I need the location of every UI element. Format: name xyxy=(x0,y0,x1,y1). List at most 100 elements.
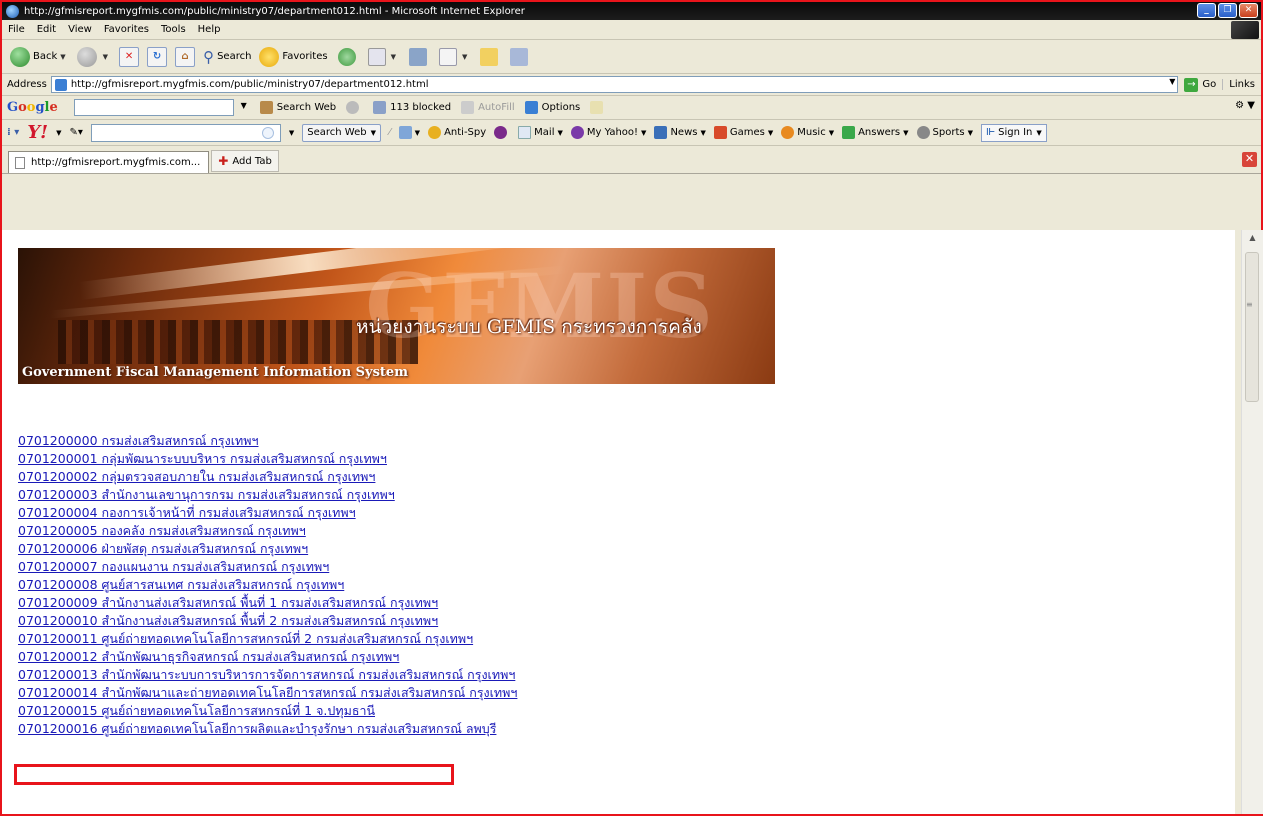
back-button[interactable]: Back ▼ xyxy=(8,45,71,69)
anti-spy-button[interactable]: Anti-Spy xyxy=(428,126,486,139)
google-search-input[interactable]: ▼ xyxy=(73,99,247,116)
yahoo-logo[interactable]: Y! xyxy=(27,122,48,143)
autofill-button[interactable]: AutoFill xyxy=(461,101,515,114)
chevron-down-icon[interactable]: ▼ xyxy=(60,53,65,61)
google-options-button[interactable]: Options xyxy=(524,101,580,114)
department-link[interactable]: 0701200003 สำนักงานเลขานุการกรม กรมส่งเส… xyxy=(18,486,517,504)
news-button[interactable]: News ▼ xyxy=(654,126,706,139)
department-link[interactable]: 0701200010 สำนักงานส่งเสริมสหกรณ์ พื้นที… xyxy=(18,612,517,630)
department-link[interactable]: 0701200008 ศูนย์สารสนเทศ กรมส่งเสริมสหกร… xyxy=(18,576,517,594)
search-button[interactable]: ⚲ Search xyxy=(201,45,253,69)
mail-button[interactable]: Mail ▼ xyxy=(518,126,563,139)
department-link[interactable]: 0701200012 สำนักพัฒนาธุรกิจสหกรณ์ กรมส่ง… xyxy=(18,648,517,666)
highlight-pen-icon[interactable]: ⁄ xyxy=(389,127,391,138)
home-button[interactable]: ⌂ xyxy=(173,45,197,69)
menu-file[interactable]: File xyxy=(8,24,25,35)
department-link[interactable]: 0701200011 ศูนย์ถ่ายทอดเทคโนโลยีการสหกรณ… xyxy=(18,630,517,648)
binoculars-icon xyxy=(259,101,273,114)
menu-view[interactable]: View xyxy=(68,24,92,35)
yahoo-search-web-button[interactable]: Search Web ▼ xyxy=(302,123,381,142)
chevron-down-icon[interactable]: ▼ xyxy=(1169,77,1175,86)
department-link[interactable]: 0701200002 กลุ่มตรวจสอบภายใน กรมส่งเสริม… xyxy=(18,468,517,486)
add-tab-label: Add Tab xyxy=(232,155,272,167)
department-link[interactable]: 0701200004 กองการเจ้าหน้าที่ กรมส่งเสริม… xyxy=(18,504,517,522)
chevron-down-icon[interactable]: ▼ xyxy=(241,101,247,110)
yahoo-toolbar-menu-icon[interactable]: ⁞ ▾ xyxy=(7,127,19,138)
department-link[interactable]: 0701200009 สำนักงานส่งเสริมสหกรณ์ พื้นที… xyxy=(18,594,517,612)
department-link[interactable]: 0701200000 กรมส่งเสริมสหกรณ์ กรุงเทพฯ xyxy=(18,432,517,450)
popup-button[interactable]: ▼ xyxy=(398,126,420,139)
menu-bar: File Edit View Favorites Tools Help xyxy=(2,20,1261,40)
close-tab-icon[interactable]: ✕ xyxy=(1242,152,1257,167)
edit-button[interactable]: ▼ xyxy=(435,45,472,69)
department-link[interactable]: 0701200014 สำนักพัฒนาและถ่ายทอดเทคโนโลยี… xyxy=(18,684,517,702)
folder-button[interactable] xyxy=(476,45,502,69)
address-input[interactable]: http://gfmisreport.mygfmis.com/public/mi… xyxy=(50,76,1179,93)
google-logo[interactable]: Google xyxy=(7,100,58,115)
scroll-thumb[interactable] xyxy=(1245,252,1259,402)
research-button[interactable] xyxy=(506,45,532,69)
page-icon xyxy=(15,156,25,169)
go-button[interactable]: → Go xyxy=(1184,77,1216,92)
scroll-up-icon[interactable]: ▲ xyxy=(1242,230,1263,246)
highlighter-button[interactable] xyxy=(590,101,607,114)
department-link[interactable]: 0701200016 ศูนย์ถ่ายทอดเทคโนโลยีการผลิตแ… xyxy=(18,720,517,738)
google-search-web-button[interactable]: Search Web xyxy=(259,101,336,114)
sign-in-button[interactable]: ⊩ Sign In ▼ xyxy=(980,123,1047,142)
autofill-label: AutoFill xyxy=(478,102,515,113)
chevron-down-icon[interactable]: ▼ xyxy=(103,53,108,61)
department-link[interactable]: 0701200005 กองคลัง กรมส่งเสริมสหกรณ์ กรุ… xyxy=(18,522,517,540)
menu-edit[interactable]: Edit xyxy=(37,24,56,35)
maximize-button[interactable]: ❐ xyxy=(1218,3,1237,18)
sports-icon xyxy=(916,126,930,139)
vertical-scrollbar[interactable]: ▲ ≡ xyxy=(1241,230,1263,814)
close-window-button[interactable]: ✕ xyxy=(1239,3,1258,18)
folder-icon xyxy=(480,47,499,66)
options-icon xyxy=(524,101,538,114)
news-icon xyxy=(654,126,668,139)
department-link[interactable]: 0701200013 สำนักพัฒนาระบบการบริหารการจัด… xyxy=(18,666,517,684)
music-label: Music xyxy=(797,127,826,138)
chevron-down-icon[interactable]: ▼ xyxy=(56,129,61,137)
sports-button[interactable]: Sports ▼ xyxy=(916,126,973,139)
highlight-box xyxy=(14,764,454,785)
print-button[interactable] xyxy=(405,45,431,69)
games-button[interactable]: Games ▼ xyxy=(713,126,773,139)
yahoo-messenger-button[interactable] xyxy=(494,126,510,139)
chevron-down-icon[interactable]: ▼ xyxy=(462,53,467,61)
menu-help[interactable]: Help xyxy=(198,24,221,35)
pencil-icon[interactable]: ✎▾ xyxy=(69,127,82,138)
chevron-down-icon[interactable]: ▼ xyxy=(391,53,396,61)
stop-button[interactable]: ✕ xyxy=(117,45,141,69)
highlighter-icon xyxy=(590,101,604,114)
add-tab-button[interactable]: ✚ Add Tab xyxy=(211,150,279,172)
google-settings-icon[interactable]: ⚙ ▼ xyxy=(1235,100,1255,111)
menu-favorites[interactable]: Favorites xyxy=(104,24,149,35)
answers-label: Answers xyxy=(858,127,901,138)
department-link[interactable]: 0701200007 กองแผนงาน กรมส่งเสริมสหกรณ์ ก… xyxy=(18,558,517,576)
address-bar: Address http://gfmisreport.mygfmis.com/p… xyxy=(2,74,1261,96)
tab-bar: http://gfmisreport.mygfmis.com... ✚ Add … xyxy=(2,146,1261,174)
mail-button[interactable]: ▼ xyxy=(364,45,401,69)
tab-current[interactable]: http://gfmisreport.mygfmis.com... xyxy=(8,151,210,173)
favorites-button[interactable]: Favorites xyxy=(257,45,329,69)
answers-button[interactable]: Answers ▼ xyxy=(842,126,909,139)
department-link[interactable]: 0701200001 กลุ่มพัฒนาระบบบริหาร กรมส่งเส… xyxy=(18,450,517,468)
windows-logo-icon xyxy=(1231,21,1259,39)
popup-blocked-count: 113 blocked xyxy=(390,102,452,113)
music-button[interactable]: Music ▼ xyxy=(781,126,834,139)
yahoo-search-input[interactable] xyxy=(90,123,281,142)
forward-button[interactable]: ▼ xyxy=(75,45,113,69)
department-link-highlighted[interactable]: 0701200015 ศูนย์ถ่ายทอดเทคโนโลยีการสหกรณ… xyxy=(18,702,517,720)
links-button[interactable]: Links xyxy=(1222,79,1261,90)
history-button[interactable] xyxy=(334,45,360,69)
banner-thai-title: หน่วยงานระบบ GFMIS กระทรวงการคลัง xyxy=(356,316,702,338)
my-yahoo-button[interactable]: My Yahoo! ▼ xyxy=(570,126,646,139)
menu-tools[interactable]: Tools xyxy=(161,24,186,35)
pagerank-button[interactable] xyxy=(346,101,363,114)
refresh-button[interactable]: ↻ xyxy=(145,45,169,69)
department-link[interactable]: 0701200006 ฝ่ายพัสดุ กรมส่งเสริมสหกรณ์ ก… xyxy=(18,540,517,558)
popup-blocker-button[interactable]: 113 blocked xyxy=(373,101,451,114)
chevron-down-icon[interactable]: ▼ xyxy=(289,129,294,137)
minimize-button[interactable]: _ xyxy=(1197,3,1216,18)
